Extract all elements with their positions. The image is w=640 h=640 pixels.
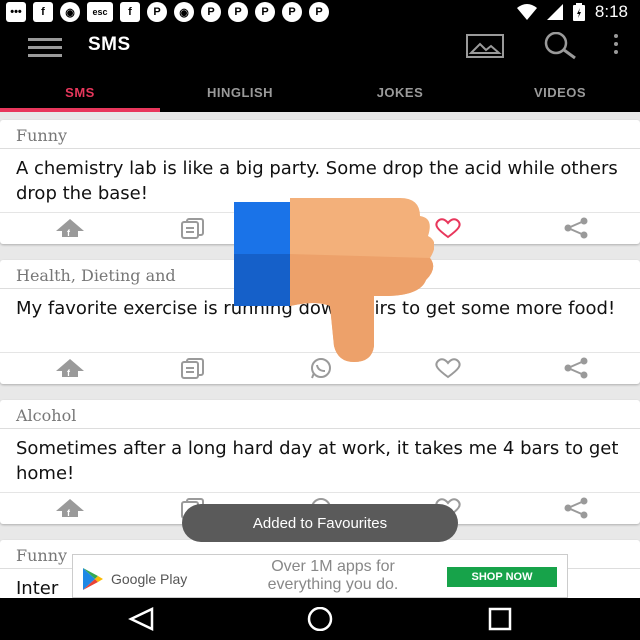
home-icon[interactable] (306, 607, 334, 631)
divider (0, 148, 640, 149)
cat-icon: ◉ (174, 2, 194, 22)
cat-icon: ◉ (60, 2, 80, 22)
menu-icon[interactable] (28, 38, 62, 57)
signal-icon (546, 4, 563, 20)
share-icon[interactable] (560, 356, 592, 380)
system-nav-bar (0, 598, 640, 640)
image-icon[interactable] (466, 34, 504, 58)
thumbs-down-icon (234, 198, 434, 362)
clock: 8:18 (594, 2, 628, 21)
page-title: SMS (88, 34, 131, 55)
card-category: Funny (16, 546, 68, 565)
back-icon[interactable] (128, 607, 154, 631)
wifi-icon (516, 4, 537, 20)
share-facebook-icon[interactable]: f (54, 356, 86, 380)
more-vert-icon[interactable] (608, 34, 624, 58)
card-category: Alcohol (16, 406, 77, 425)
shop-now-button[interactable]: SHOP NOW (447, 567, 557, 587)
card-category: Health, Dieting and (16, 266, 176, 285)
pinterest-icon: P (309, 2, 329, 22)
app-bar: SMS (0, 24, 640, 68)
share-icon[interactable] (560, 216, 592, 240)
pinterest-icon: P (228, 2, 248, 22)
copy-icon[interactable] (177, 356, 209, 380)
ad-brand: Google Play (111, 571, 188, 587)
esc-icon: esc (87, 2, 113, 22)
tab-videos[interactable]: VIDEOS (480, 68, 640, 112)
share-facebook-icon[interactable]: f (54, 496, 86, 520)
copy-icon[interactable] (177, 216, 209, 240)
tab-jokes[interactable]: JOKES (320, 68, 480, 112)
status-bar: ••• f ◉ esc f P ◉ P P P P P 8:18 (0, 0, 640, 24)
pinterest-icon: P (201, 2, 221, 22)
google-play-icon (83, 568, 103, 590)
favourite-icon[interactable] (432, 216, 464, 240)
pinterest-icon: P (282, 2, 302, 22)
share-icon[interactable] (560, 496, 592, 520)
share-facebook-icon[interactable]: f (54, 216, 86, 240)
facebook-icon: f (120, 2, 140, 22)
search-icon[interactable] (542, 32, 578, 60)
toast-message: Added to Favourites (182, 504, 458, 542)
ad-banner[interactable]: Google Play Over 1M apps for everything … (72, 554, 568, 598)
divider (0, 428, 640, 429)
tab-hinglish[interactable]: HINGLISH (160, 68, 320, 112)
favourite-icon[interactable] (432, 356, 464, 380)
pinterest-icon: P (147, 2, 167, 22)
facebook-icon: f (33, 2, 53, 22)
battery-icon (572, 3, 585, 21)
tab-bar: SMS HINGLISH JOKES VIDEOS (0, 68, 640, 112)
tab-sms[interactable]: SMS (0, 68, 160, 112)
recents-icon[interactable] (488, 607, 512, 631)
divider (0, 492, 640, 493)
notification-icons: ••• f ◉ esc f P ◉ P P P P P (6, 2, 329, 22)
google-play-logo: Google Play (81, 567, 187, 591)
chat-icon: ••• (6, 2, 26, 22)
card-category: Funny (16, 126, 68, 145)
card-message: Sometimes after a long hard day at work,… (16, 438, 619, 484)
pinterest-icon: P (255, 2, 275, 22)
ad-tagline: Over 1M apps for everything you do. (267, 558, 399, 593)
